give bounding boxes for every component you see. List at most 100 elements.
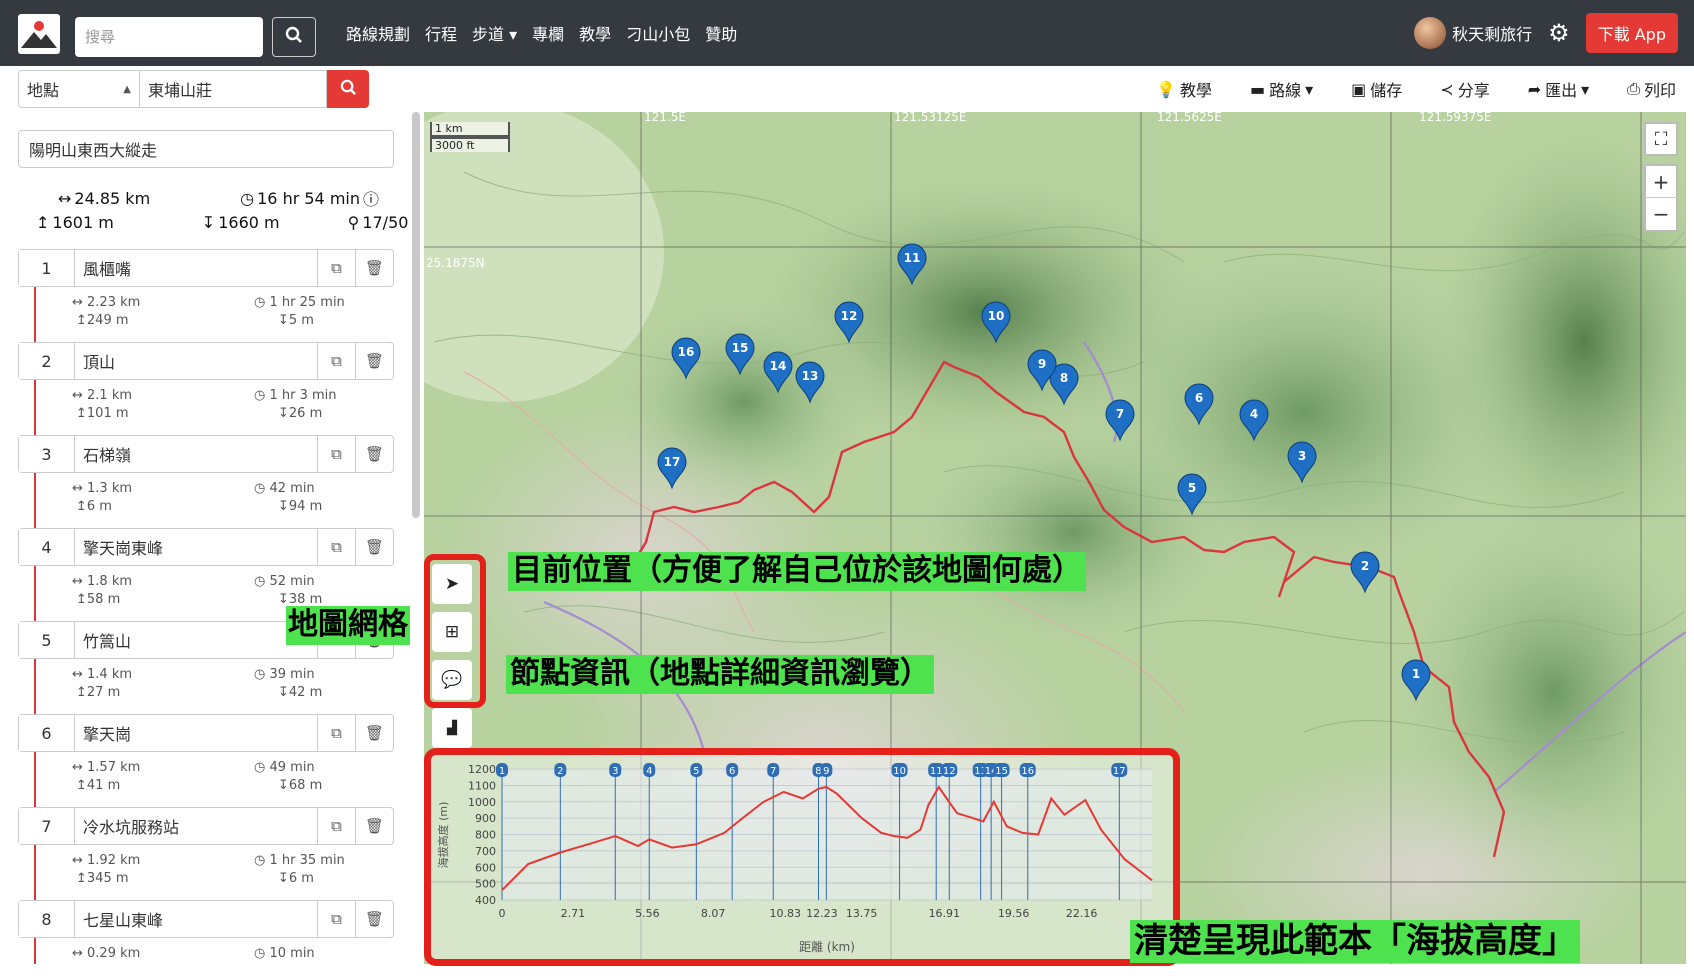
distance-icon: ↔ bbox=[72, 388, 88, 403]
waypoint-name-field[interactable]: 竹篙山 bbox=[75, 622, 317, 658]
elevation-waypoint-badge[interactable]: 15 bbox=[993, 763, 1010, 777]
delete-waypoint-button[interactable]: 🗑 bbox=[355, 901, 393, 937]
nav-trails[interactable]: 步道 ▾ bbox=[472, 21, 517, 45]
leg-ascent: ↥58 m bbox=[76, 592, 120, 607]
leg-time: ◷ 49 min bbox=[254, 760, 315, 775]
elevation-waypoint-label: 15 bbox=[995, 766, 1008, 777]
waypoint-header: 4 擎天崗東峰 ⧉ 🗑 bbox=[18, 528, 394, 566]
elevation-waypoint-badge[interactable]: 5 bbox=[690, 763, 703, 777]
elevation-waypoint-badge[interactable]: 17 bbox=[1111, 763, 1128, 777]
location-search-input[interactable] bbox=[140, 70, 327, 108]
share-icon: ≺ bbox=[1440, 79, 1454, 99]
zoom-in-button[interactable]: + bbox=[1644, 164, 1678, 198]
ascent-icon: ↥ bbox=[36, 212, 50, 232]
copy-waypoint-button[interactable]: ⧉ bbox=[317, 250, 355, 286]
delete-waypoint-button[interactable]: 🗑 bbox=[355, 436, 393, 472]
waypoint-name-field[interactable]: 擎天崗東峰 bbox=[75, 529, 317, 565]
copy-waypoint-button[interactable]: ⧉ bbox=[317, 529, 355, 565]
elevation-waypoint-badge[interactable]: 7 bbox=[767, 763, 780, 777]
toolbar-route[interactable]: ▬ 路線 ▾ bbox=[1250, 77, 1313, 101]
fullscreen-button[interactable]: ⛶ bbox=[1644, 122, 1678, 156]
caret-down-icon: ▾ bbox=[1581, 79, 1590, 99]
toolbar-export[interactable]: ➦ 匯出 ▾ bbox=[1528, 77, 1589, 101]
elevation-waypoint-badge[interactable]: 9 bbox=[820, 763, 833, 777]
copy-waypoint-button[interactable]: ⧉ bbox=[317, 901, 355, 937]
map-marker-label: 13 bbox=[802, 369, 819, 383]
waypoint-name-field[interactable]: 七星山東峰 bbox=[75, 901, 317, 937]
elevation-waypoint-badge[interactable]: 3 bbox=[609, 763, 622, 777]
elevation-waypoint-badge[interactable]: 12 bbox=[941, 763, 958, 777]
delete-waypoint-button[interactable]: 🗑 bbox=[355, 250, 393, 286]
nav-diaoshan[interactable]: 刁山小包 bbox=[626, 21, 690, 45]
toolbar-save[interactable]: ▣ 儲存 bbox=[1351, 77, 1402, 101]
search-input[interactable] bbox=[75, 17, 263, 57]
delete-waypoint-button[interactable]: 🗑 bbox=[355, 529, 393, 565]
user-name[interactable]: 秋天剩旅行 bbox=[1452, 21, 1532, 45]
toolbar-tutorial[interactable]: 💡 教學 bbox=[1156, 77, 1212, 101]
trash-icon: 🗑 bbox=[364, 910, 385, 928]
elevation-waypoint-badge[interactable]: 2 bbox=[554, 763, 567, 777]
download-app-button[interactable]: 下載 App bbox=[1585, 13, 1678, 53]
search-button[interactable] bbox=[272, 17, 316, 57]
nav-itinerary[interactable]: 行程 bbox=[425, 21, 457, 45]
y-tick-label: 1100 bbox=[468, 779, 496, 792]
toolbar-save-label: 儲存 bbox=[1370, 81, 1403, 100]
elevation-waypoint-badge[interactable]: 6 bbox=[726, 763, 739, 777]
copy-waypoint-button[interactable]: ⧉ bbox=[317, 436, 355, 472]
elevation-chart-button[interactable]: ▟ bbox=[432, 708, 472, 748]
distance-icon: ↔ bbox=[58, 188, 72, 208]
toolbar-print[interactable]: ⎙ 列印 bbox=[1627, 77, 1676, 101]
waypoint-item: 7 冷水坑服務站 ⧉ 🗑 ↔ 1.92 km ◷ 1 hr 35 min ↥345 m ↧6 … bbox=[18, 807, 394, 900]
distance-icon: ↔ bbox=[72, 853, 88, 868]
elevation-waypoint-badge[interactable]: 1 bbox=[496, 763, 508, 777]
route-descent-value: 1660 m bbox=[218, 212, 280, 232]
elevation-panel: 1200 1100 1000 900 800 700 600 500 400 0 2.71 5.56… bbox=[424, 748, 1180, 966]
copy-waypoint-button[interactable]: ⧉ bbox=[317, 808, 355, 844]
route-ascent: ↥ 1601 m bbox=[36, 213, 114, 232]
nav-route-planning[interactable]: 路線規劃 bbox=[346, 21, 410, 45]
x-tick-label: 13.75 bbox=[846, 907, 878, 920]
elevation-waypoint-badge[interactable]: 16 bbox=[1019, 763, 1036, 777]
waypoint-leg-line bbox=[34, 287, 36, 342]
leg-ascent: ↥101 m bbox=[76, 406, 129, 421]
elevation-waypoint-label: 5 bbox=[693, 766, 699, 777]
copy-waypoint-button[interactable]: ⧉ bbox=[317, 343, 355, 379]
toolbar-share[interactable]: ≺ 分享 bbox=[1440, 77, 1489, 101]
elevation-waypoint-badge[interactable]: 4 bbox=[643, 763, 656, 777]
copy-waypoint-button[interactable]: ⧉ bbox=[317, 715, 355, 751]
leg-descent-value: 26 m bbox=[288, 406, 323, 421]
y-tick-label: 1000 bbox=[468, 796, 496, 809]
descent-icon: ↧ bbox=[201, 212, 216, 232]
leg-descent: ↧42 m bbox=[278, 685, 322, 700]
waypoint-name-field[interactable]: 冷水坑服務站 bbox=[75, 808, 317, 844]
nav-columns[interactable]: 專欄 bbox=[532, 21, 564, 45]
delete-waypoint-button[interactable]: 🗑 bbox=[355, 808, 393, 844]
waypoint-name-field[interactable]: 石梯嶺 bbox=[75, 436, 317, 472]
delete-waypoint-button[interactable]: 🗑 bbox=[355, 343, 393, 379]
route-name-field[interactable]: 陽明山東西大縱走 bbox=[18, 130, 394, 168]
delete-waypoint-button[interactable]: 🗑 bbox=[355, 715, 393, 751]
help-icon[interactable]: ⓘ bbox=[363, 186, 379, 210]
leg-distance-value: 1.3 km bbox=[87, 481, 133, 496]
waypoint-name-field[interactable]: 頂山 bbox=[75, 343, 317, 379]
x-tick-label: 19.56 bbox=[998, 907, 1030, 920]
leg-time-value: 10 min bbox=[269, 946, 315, 961]
waypoint-number: 1 bbox=[19, 250, 75, 286]
waypoint-name-field[interactable]: 擎天崗 bbox=[75, 715, 317, 751]
elevation-waypoint-badge[interactable]: 10 bbox=[891, 763, 908, 777]
sidebar-scrollbar[interactable] bbox=[412, 112, 420, 518]
location-search-button[interactable] bbox=[327, 70, 369, 108]
trash-icon: 🗑 bbox=[364, 817, 385, 835]
gear-icon[interactable]: ⚙ bbox=[1548, 19, 1570, 47]
avatar[interactable] bbox=[1414, 17, 1447, 49]
leg-distance-value: 1.4 km bbox=[87, 667, 133, 682]
nav-tutorial[interactable]: 教學 bbox=[579, 21, 611, 45]
waypoint-name-field[interactable]: 風櫃嘴 bbox=[75, 250, 317, 286]
leg-time-value: 1 hr 3 min bbox=[269, 388, 337, 403]
location-type-select[interactable]: 地點 ▲ bbox=[18, 70, 140, 108]
app-logo[interactable] bbox=[18, 14, 60, 54]
leg-ascent: ↥345 m bbox=[76, 871, 129, 886]
annotation-node-info: 節點資訊（地點詳細資訊瀏覽） bbox=[506, 655, 934, 694]
zoom-out-button[interactable]: − bbox=[1644, 198, 1678, 232]
nav-sponsor[interactable]: 贊助 bbox=[705, 21, 737, 45]
